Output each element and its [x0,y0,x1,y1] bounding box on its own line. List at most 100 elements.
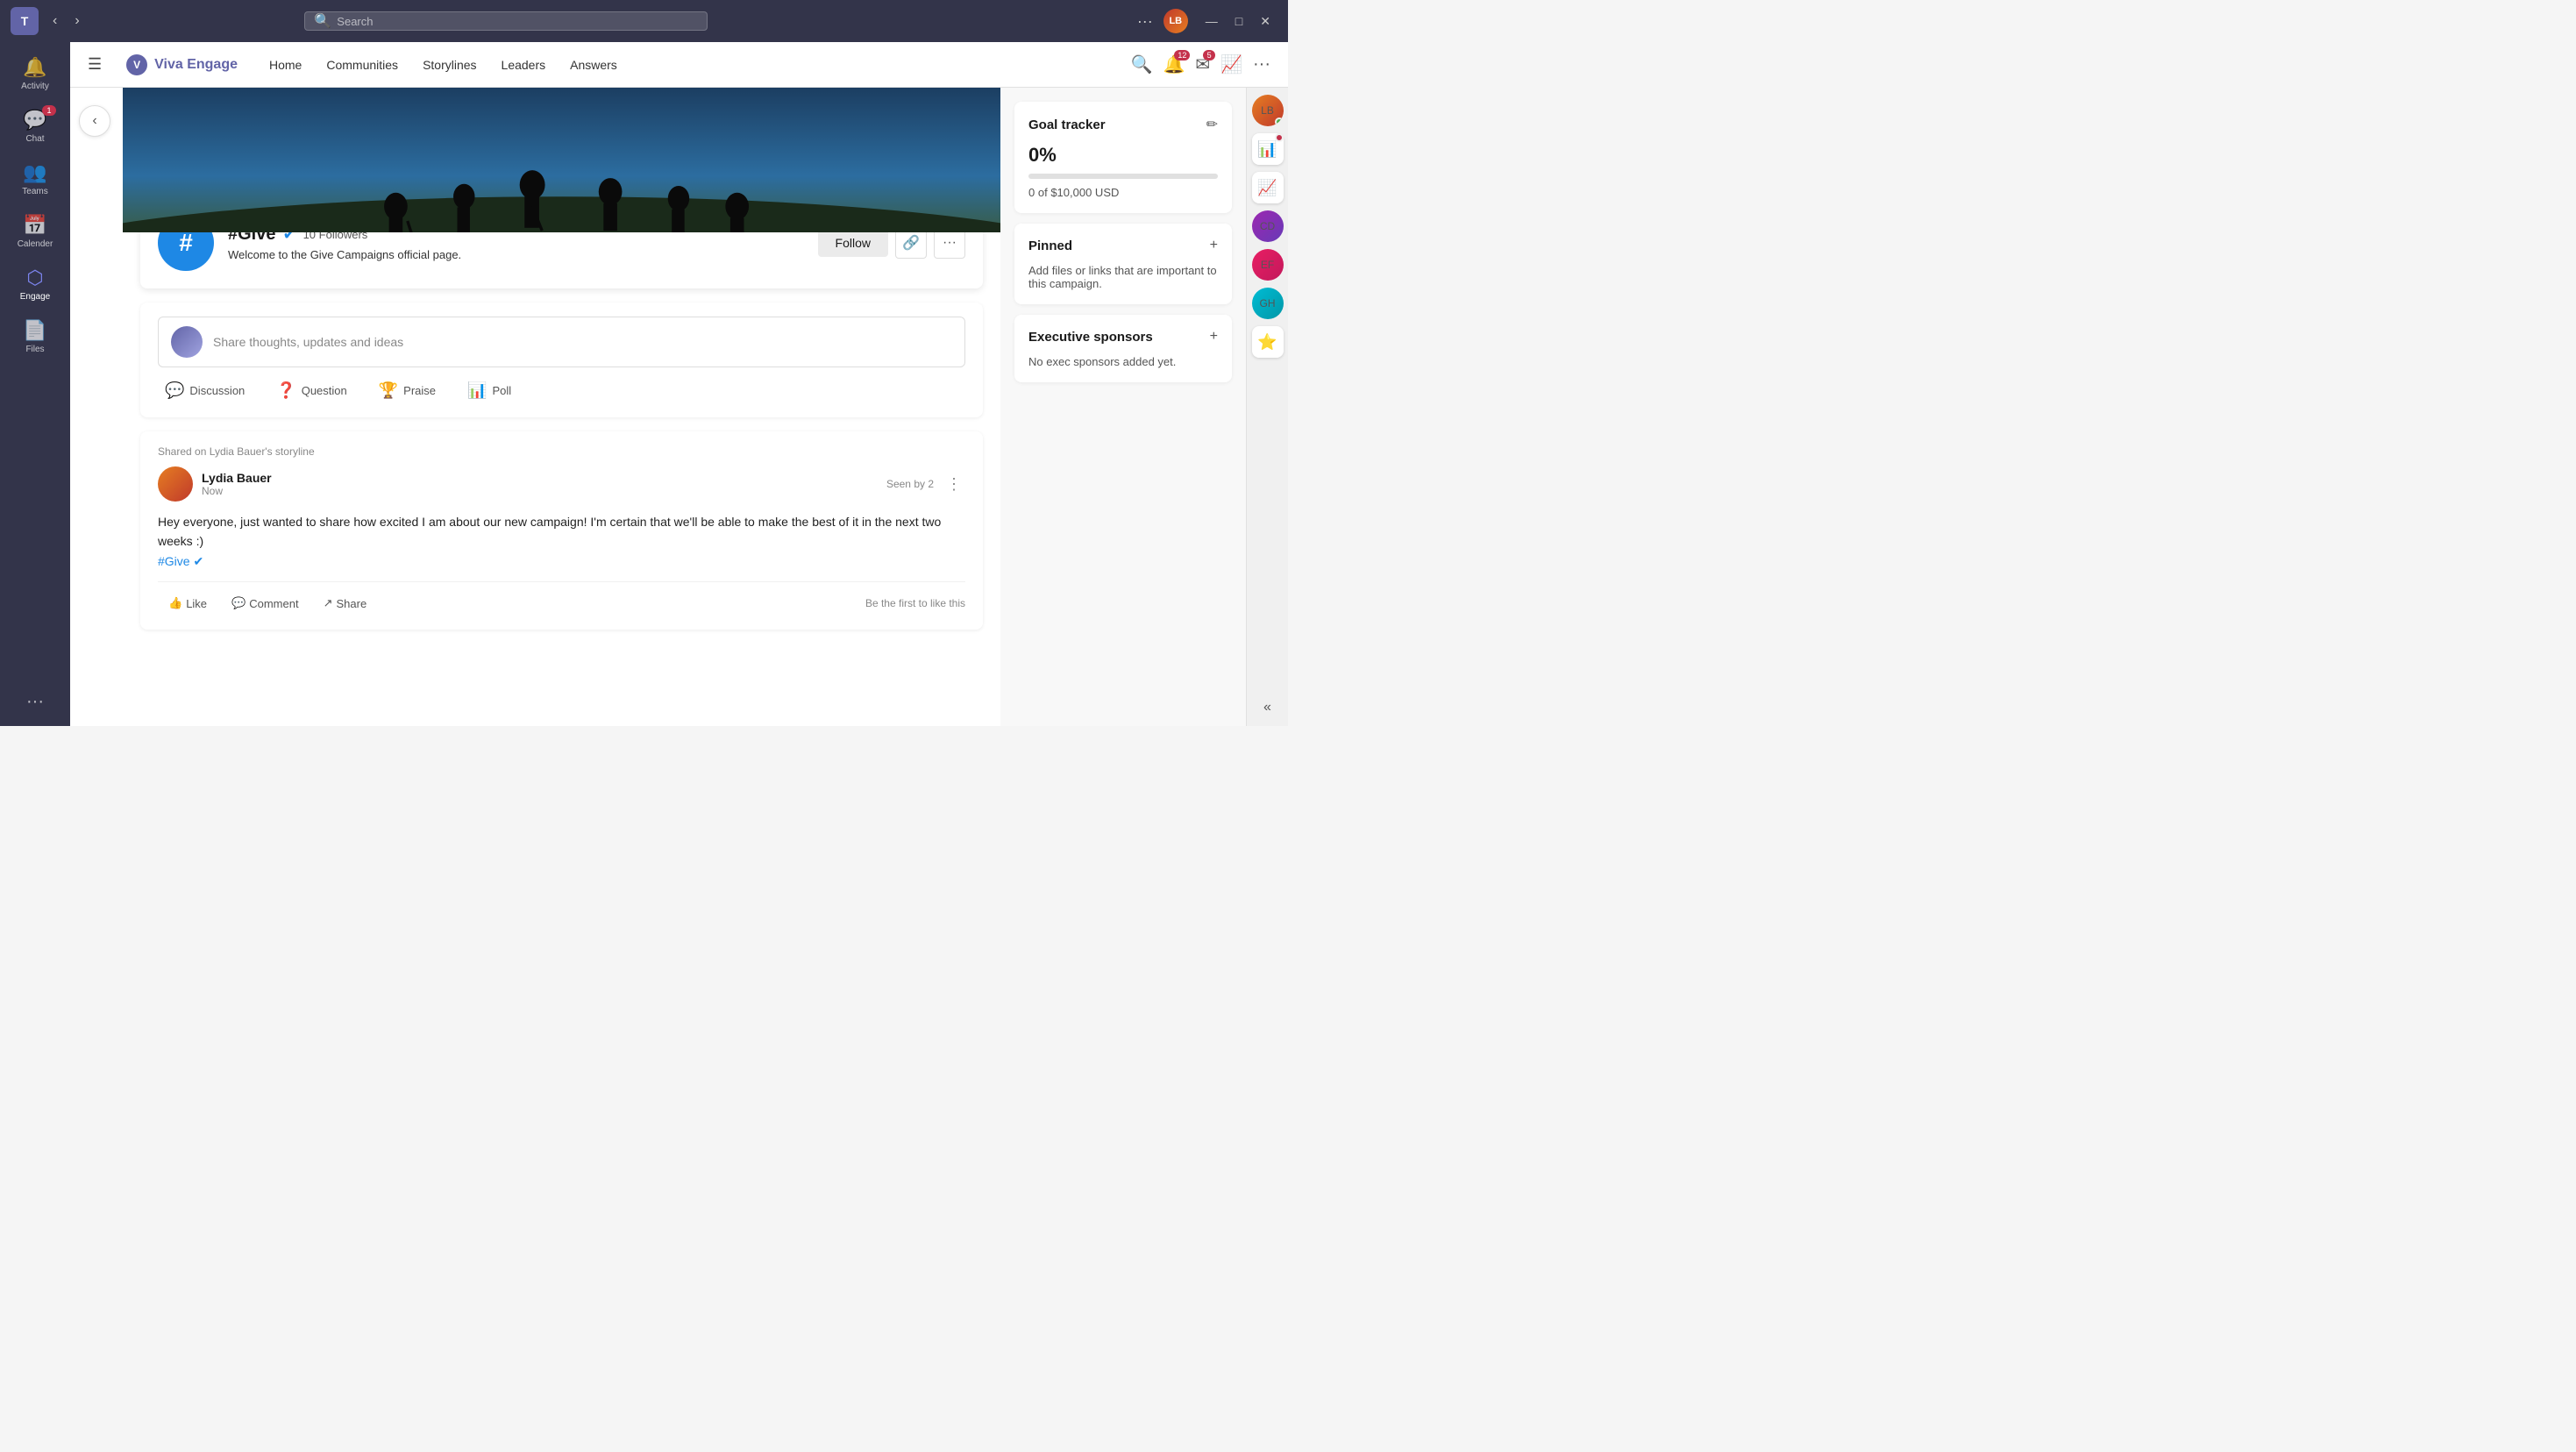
compose-discussion-button[interactable]: 💬 Discussion [158,378,252,403]
post-author-info: Lydia Bauer Now [202,471,878,497]
compose-placeholder: Share thoughts, updates and ideas [213,335,403,349]
sidebar-item-files[interactable]: 📄 Files [4,312,67,361]
community-banner [123,88,1000,232]
sidebar-left: 🔔 Activity 💬 1 Chat 👥 Teams 📅 Calender ⬡… [0,42,70,726]
like-icon: 👍 [168,596,182,610]
post-seen-count: Seen by 2 [886,478,934,490]
content-area: ☰ V Viva Engage Home Communities Storyli… [70,42,1288,726]
nav-back-button[interactable]: ‹ [46,10,64,32]
sidebar-item-label: Activity [21,82,49,91]
hamburger-menu-button[interactable]: ☰ [88,55,102,74]
compose-box: Share thoughts, updates and ideas 💬 Disc… [140,302,983,417]
pinned-header: Pinned + [1028,238,1218,253]
share-button[interactable]: ↗ Share [313,591,378,616]
nav-forward-button[interactable]: › [68,10,86,32]
compose-input-row[interactable]: Share thoughts, updates and ideas [158,317,965,367]
question-icon: ❓ [276,381,295,400]
sidebar-item-engage[interactable]: ⬡ Engage [4,260,67,309]
goal-tracker-edit-button[interactable]: ✏ [1206,116,1218,133]
engage-icon: ⬡ [26,267,43,289]
exec-sponsors-add-button[interactable]: + [1210,329,1218,345]
back-btn-col: ‹ [70,88,123,726]
user-avatar[interactable]: LB [1163,9,1188,33]
global-search-bar[interactable]: 🔍 [304,11,708,31]
sidebar-item-calendar[interactable]: 📅 Calender [4,207,67,256]
exec-sponsors-description: No exec sponsors added yet. [1028,355,1218,368]
notification-button[interactable]: 🔔12 [1163,53,1185,75]
title-bar: T ‹ › 🔍 ··· LB — □ ✕ [0,0,1288,42]
post-more-button[interactable]: ⋮ [943,472,965,497]
close-button[interactable]: ✕ [1253,14,1277,29]
post-actions: 👍 Like 💬 Comment ↗ Share Be the first to… [158,581,965,616]
follow-button[interactable]: Follow [818,229,888,257]
maximize-button[interactable]: □ [1228,14,1249,29]
back-button[interactable]: ‹ [79,105,110,137]
top-nav-more-button[interactable]: ··· [1253,54,1270,75]
post-card: Shared on Lydia Bauer's storyline Lydia … [140,431,983,630]
message-button[interactable]: ✉5 [1195,53,1210,75]
post-body: Hey everyone, just wanted to share how e… [158,512,965,571]
post-header: Lydia Bauer Now Seen by 2 ⋮ [158,466,965,502]
more-options-icon[interactable]: ··· [1137,12,1153,31]
right-sidebar: Goal tracker ✏ 0% 0 of $10,000 USD [1000,88,1246,726]
search-button[interactable]: 🔍 [1131,53,1153,75]
notif-badge: 12 [1174,50,1190,60]
far-right-icon-analytics[interactable]: 📊 [1252,133,1284,165]
nav-back-forward: ‹ › [46,10,87,32]
post-author-name: Lydia Bauer [202,471,878,485]
app-body: 🔔 Activity 💬 1 Chat 👥 Teams 📅 Calender ⬡… [0,42,1288,726]
brand-logo: V [126,54,147,75]
nav-answers[interactable]: Answers [559,53,628,77]
minimize-button[interactable]: — [1199,14,1225,29]
compose-question-button[interactable]: ❓ Question [269,378,353,403]
far-right-avatar-2[interactable]: EF [1252,249,1284,281]
window-controls: — □ ✕ [1199,14,1277,29]
search-input[interactable] [337,15,698,28]
post-timestamp: Now [202,485,878,497]
pinned-title: Pinned [1028,238,1072,253]
far-right-icon-star[interactable]: ⭐ [1252,326,1284,358]
collapse-panel-button[interactable]: « [1260,696,1275,719]
poll-label: Poll [492,384,511,397]
executive-sponsors-widget: Executive sponsors + No exec sponsors ad… [1014,315,1232,382]
top-nav: ☰ V Viva Engage Home Communities Storyli… [70,42,1288,88]
analytics-button[interactable]: 📈 [1220,53,1242,75]
compose-actions: 💬 Discussion ❓ Question 🏆 Praise 📊 [158,378,965,403]
online-dot [1275,117,1284,126]
post-tag-link[interactable]: #Give [158,554,190,568]
nav-home[interactable]: Home [259,53,312,77]
sidebar-item-activity[interactable]: 🔔 Activity [4,49,67,98]
discussion-label: Discussion [189,384,245,397]
sidebar-item-teams[interactable]: 👥 Teams [4,154,67,203]
question-label: Question [302,384,347,397]
sidebar-item-label: Chat [25,134,44,144]
far-right-avatar-3[interactable]: GH [1252,288,1284,319]
nav-leaders[interactable]: Leaders [491,53,557,77]
far-right-avatar-1[interactable]: CD [1252,210,1284,242]
pinned-add-button[interactable]: + [1210,238,1218,253]
app-logo: T [11,7,39,35]
share-icon: ↗ [324,596,333,610]
like-button[interactable]: 👍 Like [158,591,217,616]
comment-icon: 💬 [231,596,246,610]
nav-storylines[interactable]: Storylines [412,53,487,77]
community-description: Welcome to the Give Campaigns official p… [228,248,804,261]
compose-praise-button[interactable]: 🏆 Praise [372,378,443,403]
first-like-text: Be the first to like this [865,597,965,609]
files-icon: 📄 [23,319,46,342]
sidebar-more-button[interactable]: ··· [19,685,51,719]
post-author-avatar [158,466,193,502]
praise-icon: 🏆 [379,381,398,400]
title-bar-actions: ··· LB — □ ✕ [1137,9,1277,33]
search-icon: 🔍 [314,12,331,30]
exec-sponsors-title: Executive sponsors [1028,330,1153,345]
far-right-icon-chart[interactable]: 📈 [1252,172,1284,203]
discussion-icon: 💬 [165,381,184,400]
sidebar-item-chat[interactable]: 💬 1 Chat [4,102,67,151]
nav-communities[interactable]: Communities [316,53,409,77]
far-right-avatar-0[interactable]: LB [1252,95,1284,126]
chat-badge: 1 [42,105,56,116]
compose-poll-button[interactable]: 📊 Poll [460,378,518,403]
sidebar-item-label: Engage [20,292,50,302]
comment-button[interactable]: 💬 Comment [221,591,310,616]
